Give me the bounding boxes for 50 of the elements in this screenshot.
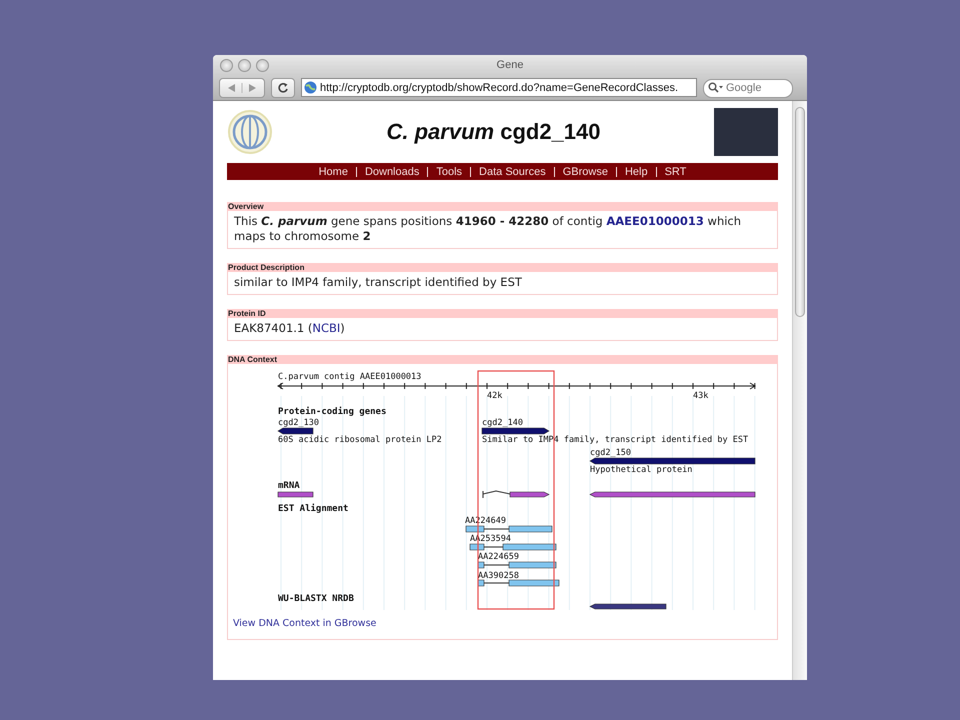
gene-description: 60S acidic ribosomal protein LP2 (278, 435, 442, 445)
mrna-bar (278, 492, 314, 498)
gbrowse-link[interactable]: View DNA Context in GBrowse (233, 618, 376, 629)
gene-arrow (482, 428, 550, 434)
product-description: similar to IMP4 family, transcript identified by EST (234, 275, 523, 290)
nav-link[interactable]: Downloads (356, 166, 428, 178)
reload-icon (277, 82, 289, 94)
track-title: Protein-coding genes (278, 407, 386, 417)
minimize-button[interactable] (238, 58, 251, 72)
gene-label: cgd2_130 (278, 418, 319, 428)
overview-text: This C. parvum gene spans positions 41960 - 42280 of contig AAEE01000013 which maps to chromosome 2 (234, 214, 742, 244)
close-button[interactable] (220, 58, 233, 72)
gene-label: cgd2_140 (482, 418, 523, 428)
nav-link[interactable]: GBrowse (554, 166, 616, 178)
search-field[interactable]: Google (703, 78, 793, 98)
mrna-bar (482, 490, 550, 498)
protein-id-text: EAK87401.1 (NCBI) (234, 321, 346, 336)
address-field[interactable]: http://cryptodb.org/cryptodb/showRecord.do?name=GeneRecordClasses. (301, 78, 697, 97)
track-title: EST Alignment (278, 504, 348, 514)
axis-label: 42k (487, 391, 502, 401)
gene-description: Hypothetical protein (590, 465, 692, 475)
page-title: C. parvum cgd2_140 (386, 119, 600, 145)
window-title: Gene (496, 59, 524, 71)
nav-link[interactable]: Help (616, 166, 656, 178)
nav-link[interactable]: Tools (428, 166, 470, 178)
reload-button[interactable] (271, 78, 295, 98)
logo-icon (227, 109, 273, 155)
track-title: WU-BLASTX NRDB (278, 594, 354, 604)
ncbi-link[interactable]: NCBI (312, 321, 340, 335)
back-forward-buttons[interactable] (219, 78, 265, 98)
contig-label: C.parvum contig AAEE01000013 (278, 372, 422, 382)
scrollbar[interactable] (792, 101, 807, 680)
section-heading: DNA Context (227, 355, 778, 364)
globe-icon (304, 81, 317, 94)
scroll-thumb[interactable] (795, 107, 805, 317)
track-title: mRNA (278, 481, 300, 491)
axis-label: 43k (693, 391, 708, 401)
contig-link[interactable]: AAEE01000013 (606, 214, 704, 228)
nav-link[interactable]: Data Sources (471, 166, 554, 178)
zoom-button[interactable] (256, 58, 269, 72)
section-heading: Product Description (227, 263, 778, 272)
gene-label: cgd2_150 (590, 448, 631, 458)
photo-placeholder (714, 108, 778, 156)
gene-arrow (277, 428, 314, 434)
nav-link[interactable]: Home (310, 166, 356, 178)
section-heading: Protein ID (227, 309, 778, 318)
nav-link[interactable]: SRT (656, 166, 694, 178)
est-label: AA390258 (478, 571, 519, 581)
est-label: AA224659 (478, 552, 519, 562)
section-heading: Overview (227, 202, 778, 211)
